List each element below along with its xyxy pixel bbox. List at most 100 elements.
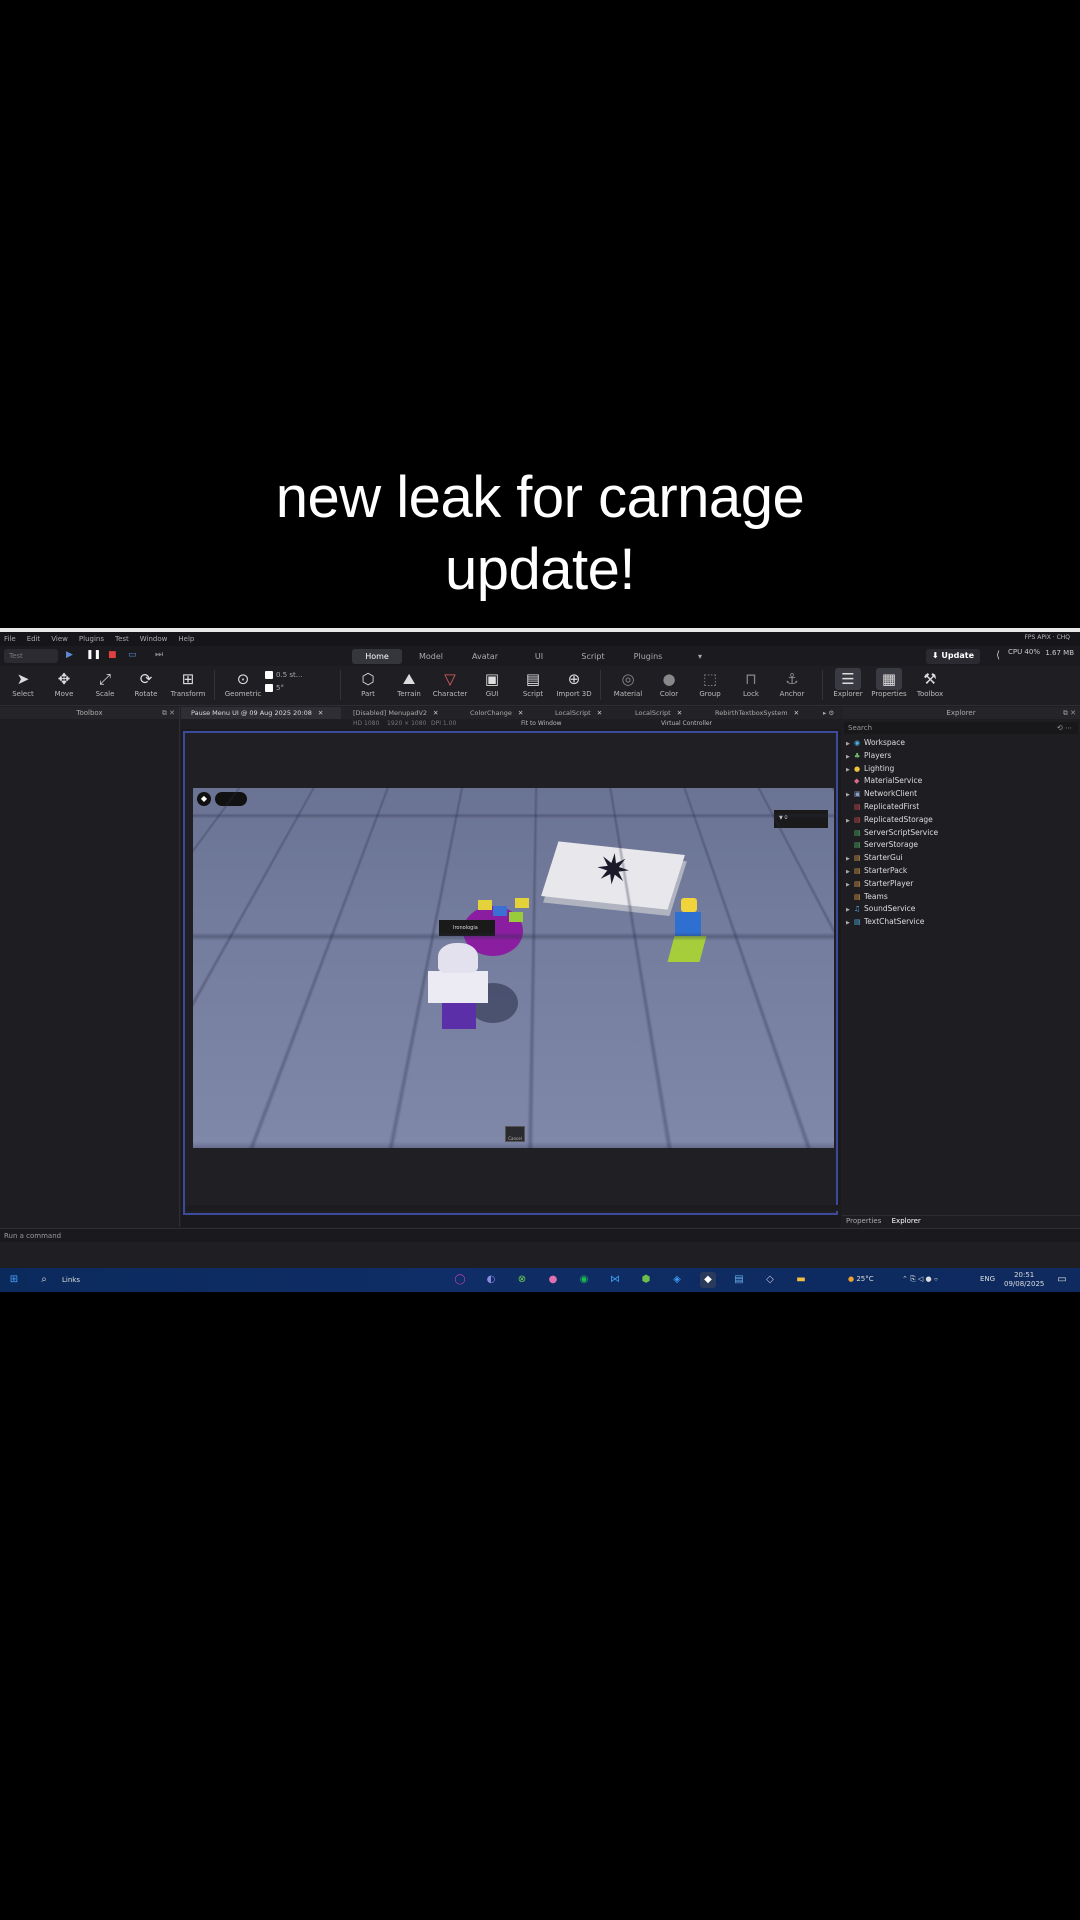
menu-test[interactable]: Test [115,635,129,643]
doc-tab-menupad[interactable]: [Disabled] MenupadV2 ✕ [343,707,458,719]
import3d-tool[interactable]: ⊕ Import 3D [554,668,594,698]
device-select[interactable]: HD 1080 [353,720,379,727]
select-tool[interactable]: ➤ Select [3,668,43,698]
material-tool[interactable]: ◎ Material [608,668,648,698]
explorer-node[interactable]: ▶ ▤ StarterPack [842,865,1080,878]
taskbar-search-text[interactable]: Links [62,1276,80,1284]
move-snap-value[interactable]: 0.5 st... [276,671,302,679]
spotify-icon[interactable]: ◉ [576,1272,592,1288]
close-icon[interactable]: ✕ [318,709,323,717]
leaderboard-panel[interactable]: ▼ 0 [774,810,828,828]
explorer-node[interactable]: ▶ ▤ ReplicatedStorage [842,814,1080,827]
tab-script[interactable]: Script [568,649,618,664]
tab-ui[interactable]: UI [514,649,564,664]
history-icon[interactable]: ⟲ ⋯ [1057,722,1072,734]
scale-tool[interactable]: ⤢ Scale [85,668,125,698]
update-button[interactable]: ⬇ Update [925,649,980,664]
game-viewport[interactable]: ◆ ▼ 0 ✷ Ironologia Cancel [183,731,842,1215]
part-tool[interactable]: ⬡ Part [348,668,388,698]
explorer-node[interactable]: ▶ ▤ StarterPlayer [842,878,1080,891]
pause-icon[interactable]: ❚❚ [86,650,101,660]
explorer-node[interactable]: ▤ ServerScriptService [842,827,1080,840]
step-icon[interactable]: ⏭ [155,650,163,660]
tab-plugins[interactable]: Plugins [622,649,674,664]
gui-tool[interactable]: ▣ GUI [472,668,512,698]
virtual-controller-toggle[interactable]: Virtual Controller [661,720,712,727]
tab-explorer[interactable]: Explorer [892,1217,921,1225]
app-icon[interactable]: ▤ [731,1272,747,1288]
expand-arrow-icon[interactable]: ▶ [846,751,854,764]
properties-toggle[interactable]: ▦ Properties [869,668,909,698]
explorer-node[interactable]: ▶ ▣ NetworkClient [842,788,1080,801]
notification-icon[interactable]: ▭ [1054,1272,1070,1288]
close-icon[interactable]: ✕ [518,709,523,717]
minecraft-icon[interactable]: ⬢ [638,1272,654,1288]
expand-arrow-icon[interactable]: ▶ [846,917,854,930]
move-snap-checkbox[interactable] [265,671,273,679]
app-icon[interactable]: ◇ [762,1272,778,1288]
explorer-node[interactable]: ▤ ServerStorage [842,839,1080,852]
tab-home[interactable]: Home [352,649,402,664]
command-bar[interactable]: Run a command [0,1228,1080,1242]
expand-arrow-icon[interactable]: ▶ [846,738,854,751]
explorer-node[interactable]: ▶ ▤ TextChatService [842,916,1080,929]
weather-widget[interactable]: ● 25°C [848,1275,874,1284]
move-snap[interactable]: 0.5 st... [265,669,302,682]
horizontal-scrollbar[interactable] [187,1205,842,1211]
explorer-node[interactable]: ▶ ♫ SoundService [842,903,1080,916]
explorer-node[interactable]: ▶ ● Lighting [842,763,1080,776]
close-icon[interactable]: ✕ [794,709,799,717]
close-icon[interactable]: ✕ [433,709,438,717]
xbox-icon[interactable]: ⊗ [514,1272,530,1288]
tab-avatar[interactable]: Avatar [460,649,510,664]
explorer-node[interactable]: ◆ MaterialService [842,775,1080,788]
opera-icon[interactable]: ◯ [452,1272,468,1288]
tab-overflow-icon[interactable]: ▸ ⚙ [819,707,839,719]
explorer-search-input[interactable]: Search ⟲ ⋯ [844,722,1078,734]
rotate-snap-value[interactable]: 5° [276,684,284,692]
doc-tab-pause-menu[interactable]: Pause Menu UI @ 09 Aug 2025 20:08 ✕ [181,707,341,719]
explorer-node[interactable]: ▶ ▤ StarterGui [842,852,1080,865]
test-mode-select[interactable]: Test [4,649,58,663]
roblox-menu-icon[interactable]: ◆ [197,792,211,806]
menu-file[interactable]: File [4,635,16,643]
fit-select[interactable]: Fit to Window [521,720,562,727]
tab-properties[interactable]: Properties [846,1217,881,1225]
expand-arrow-icon[interactable]: ▶ [846,815,854,828]
discord-icon[interactable]: ◐ [483,1272,499,1288]
doc-tab-colorchange[interactable]: ColorChange ✕ [460,707,543,719]
noob-character[interactable] [667,898,707,968]
doc-tab-localscript[interactable]: LocalScript ✕ [545,707,623,719]
character-tool[interactable]: ▽ Character [430,668,470,698]
stop-icon[interactable]: ■ [108,650,117,660]
close-icon[interactable]: ✕ [597,709,602,717]
rotate-snap[interactable]: 5° [265,682,302,695]
player-avatar[interactable] [428,943,518,1033]
toolbox-toggle[interactable]: ⚒ Toolbox [910,668,950,698]
menu-plugins[interactable]: Plugins [79,635,104,643]
device-icon[interactable]: ▭ [128,650,137,660]
group-tool[interactable]: ⬚ Group [690,668,730,698]
menu-view[interactable]: View [51,635,68,643]
close-icon[interactable]: ⧉ ✕ [1063,707,1076,719]
expand-arrow-icon[interactable]: ▶ [846,866,854,879]
explorer-node[interactable]: ▶ ♣ Players [842,750,1080,763]
mobile-action-button[interactable]: Cancel [505,1126,525,1142]
close-icon[interactable]: ✕ [677,709,682,717]
doc-tab-localscript-2[interactable]: LocalScript ✕ [625,707,703,719]
rotate-tool[interactable]: ⟳ Rotate [126,668,166,698]
anchor-tool[interactable]: ⚓ Anchor [772,668,812,698]
search-icon[interactable]: ⌕ [36,1272,52,1288]
expand-arrow-icon[interactable]: ▶ [846,879,854,892]
3d-scene[interactable]: ◆ ▼ 0 ✷ Ironologia Cancel [193,788,834,1148]
lock-tool[interactable]: ⊓ Lock [731,668,771,698]
doc-tab-rebirth[interactable]: RebirthTextboxSystem ✕ [705,707,817,719]
terrain-tool[interactable]: ⛰ Terrain [389,668,429,698]
vscode-icon[interactable]: ⋈ [607,1272,623,1288]
explorer-node[interactable]: ▤ Teams [842,891,1080,904]
file-explorer-icon[interactable]: ▬ [793,1272,809,1288]
move-tool[interactable]: ✥ Move [44,668,84,698]
explorer-toggle[interactable]: ☰ Explorer [828,668,868,698]
more-tabs-icon[interactable]: ▾ [690,649,710,664]
close-icon[interactable]: ⧉ ✕ [162,707,175,719]
